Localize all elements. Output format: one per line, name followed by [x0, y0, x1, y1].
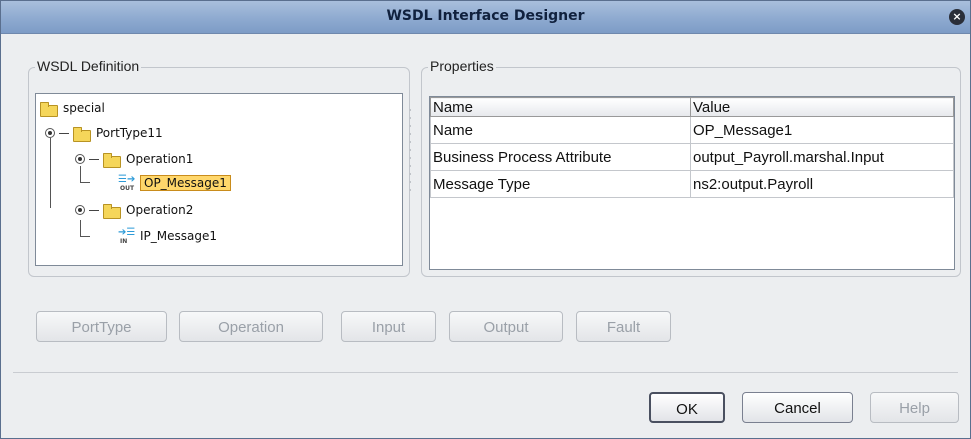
porttype-button[interactable]: PortType [36, 311, 167, 342]
cancel-button[interactable]: Cancel [742, 392, 853, 423]
output-button[interactable]: Output [449, 311, 563, 342]
tree-node-ip-message[interactable]: ➔☰ IN IP_Message1 [118, 227, 218, 246]
tree-node-label: Operation2 [126, 203, 194, 217]
tree-line [50, 156, 51, 208]
ok-button[interactable]: OK [649, 392, 725, 423]
close-icon[interactable]: × [949, 9, 965, 25]
property-name-cell: Business Process Attribute [430, 143, 691, 171]
tree-line [80, 166, 81, 182]
properties-panel: Properties Name Value Name OP_Message1 B… [421, 58, 961, 277]
title-bar[interactable]: WSDL Interface Designer × [1, 1, 970, 34]
help-button[interactable]: Help [870, 392, 959, 423]
tree-node-porttype[interactable]: PortType11 [45, 124, 163, 142]
tree-node-label-selected: OP_Message1 [140, 175, 231, 191]
folder-icon [73, 126, 91, 142]
expand-toggle-icon[interactable] [75, 154, 85, 164]
tree-line [80, 220, 81, 236]
tree-node-label: IP_Message1 [140, 229, 218, 243]
property-value-cell[interactable]: output_Payroll.marshal.Input [690, 143, 954, 171]
properties-label: Properties [428, 58, 496, 74]
table-row[interactable]: Name OP_Message1 [430, 116, 954, 144]
folder-icon [103, 152, 121, 168]
tree-node-label: PortType11 [96, 126, 163, 140]
table-row[interactable]: Message Type ns2:output.Payroll [430, 170, 954, 198]
property-name-cell: Message Type [430, 170, 691, 198]
tree-line [59, 132, 69, 134]
fault-button[interactable]: Fault [576, 311, 671, 342]
splitter-handle[interactable] [405, 103, 415, 223]
column-header-name[interactable]: Name [430, 97, 691, 117]
properties-table[interactable]: Name Value Name OP_Message1 Business Pro… [430, 97, 954, 198]
tree-node-operation2[interactable]: Operation2 [75, 201, 193, 219]
wsdl-definition-label: WSDL Definition [35, 58, 142, 74]
expand-toggle-icon[interactable] [45, 128, 55, 138]
column-header-value[interactable]: Value [690, 97, 954, 117]
expand-toggle-icon[interactable] [75, 205, 85, 215]
folder-icon [40, 101, 58, 117]
table-row[interactable]: Business Process Attribute output_Payrol… [430, 143, 954, 171]
output-message-icon: ☰➔ OUT [118, 174, 136, 193]
tree-line [89, 209, 99, 211]
tree-node-op-message[interactable]: ☰➔ OUT OP_Message1 [118, 174, 231, 192]
footer-separator [13, 372, 958, 373]
tree-node-root[interactable]: special [40, 99, 105, 117]
folder-icon [103, 203, 121, 219]
tree-line [89, 158, 99, 160]
property-name-cell: Name [430, 116, 691, 144]
tree-line [80, 182, 90, 183]
dialog-window: WSDL Interface Designer × WSDL Definitio… [0, 0, 971, 439]
dialog-title: WSDL Interface Designer [386, 8, 585, 24]
tree-node-label: special [63, 101, 105, 115]
operation-button[interactable]: Operation [179, 311, 323, 342]
input-button[interactable]: Input [341, 311, 436, 342]
wsdl-definition-panel: WSDL Definition special PortType11 Opera… [28, 58, 410, 277]
tree-node-label: Operation1 [126, 152, 194, 166]
property-value-cell[interactable]: OP_Message1 [690, 116, 954, 144]
properties-table-container: Name Value Name OP_Message1 Business Pro… [429, 96, 955, 270]
input-message-icon: ➔☰ IN [118, 227, 136, 246]
tree-line [80, 236, 90, 237]
wsdl-tree[interactable]: special PortType11 Operation1 ☰➔ OUT OP_M… [35, 93, 403, 266]
tree-node-operation1[interactable]: Operation1 [75, 150, 193, 168]
property-value-cell[interactable]: ns2:output.Payroll [690, 170, 954, 198]
